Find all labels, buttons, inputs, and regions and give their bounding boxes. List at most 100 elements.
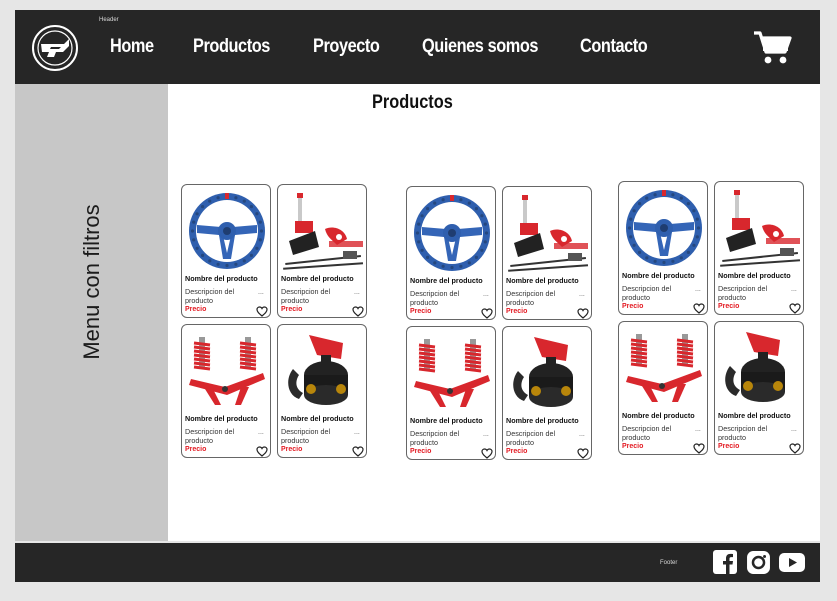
nav-quienes-somos[interactable]: Quienes somos [422,36,539,58]
nav-proyecto[interactable]: Proyecto [313,36,380,58]
product-card[interactable]: Nombre del producto Descripcion del prod… [406,326,496,460]
more-options-icon[interactable]: ... [258,429,264,436]
product-name: Nombre del producto [622,271,695,280]
heart-icon[interactable] [789,301,801,314]
product-card[interactable]: Nombre del producto Descripcion del prod… [618,321,708,455]
more-options-icon[interactable]: ... [791,286,797,293]
product-card[interactable]: Nombre del producto Descripcion del prod… [406,186,496,320]
product-name: Nombre del producto [506,276,579,285]
heart-icon[interactable] [693,441,705,454]
product-price: Precio [410,308,432,315]
more-options-icon[interactable]: ... [483,291,489,298]
product-image [718,326,802,410]
product-name: Nombre del producto [718,271,791,280]
product-name: Nombre del producto [185,414,258,423]
product-price: Precio [506,308,528,315]
product-description: Descripcion del producto [622,284,672,302]
product-price: Precio [622,303,644,310]
product-image [281,189,365,273]
shopping-cart-icon[interactable] [752,30,792,66]
product-image [622,186,706,270]
product-card[interactable]: Nombre del producto Descripcion del prod… [277,324,367,458]
product-description: Descripcion del producto [718,284,768,302]
product-price: Precio [718,303,740,310]
product-price: Precio [281,306,303,313]
site-footer [15,543,820,582]
product-name: Nombre del producto [506,416,579,425]
product-price: Precio [410,448,432,455]
heart-icon[interactable] [693,301,705,314]
heart-icon[interactable] [577,446,589,459]
product-description: Descripcion del producto [185,287,235,305]
product-price: Precio [506,448,528,455]
product-card[interactable]: Nombre del producto Descripcion del prod… [714,321,804,455]
product-description: Descripcion del producto [281,287,331,305]
product-image [622,326,706,410]
heart-icon[interactable] [577,306,589,319]
more-options-icon[interactable]: ... [483,431,489,438]
instagram-icon[interactable] [746,550,771,580]
product-description: Descripcion del producto [281,427,331,445]
product-card[interactable]: Nombre del producto Descripcion del prod… [181,184,271,318]
more-options-icon[interactable]: ... [354,429,360,436]
more-options-icon[interactable]: ... [791,426,797,433]
product-card[interactable]: Nombre del producto Descripcion del prod… [502,326,592,460]
product-name: Nombre del producto [410,416,483,425]
page-title: Productos [372,92,453,113]
header-caption: Header [99,17,119,23]
more-options-icon[interactable]: ... [695,426,701,433]
product-description: Descripcion del producto [506,289,556,307]
product-price: Precio [281,446,303,453]
product-card[interactable]: Nombre del producto Descripcion del prod… [502,186,592,320]
product-card[interactable]: Nombre del producto Descripcion del prod… [181,324,271,458]
product-description: Descripcion del producto [622,424,672,442]
more-options-icon[interactable]: ... [695,286,701,293]
filter-menu-label[interactable]: Menu con filtros [79,204,105,359]
product-name: Nombre del producto [718,411,791,420]
product-price: Precio [185,446,207,453]
product-card[interactable]: Nombre del producto Descripcion del prod… [618,181,708,315]
heart-icon[interactable] [481,306,493,319]
heart-icon[interactable] [352,444,364,457]
youtube-icon[interactable] [778,550,806,579]
more-options-icon[interactable]: ... [579,291,585,298]
product-image [185,329,269,413]
product-price: Precio [185,306,207,313]
nav-home[interactable]: Home [110,36,154,58]
product-image [506,191,590,275]
heart-icon[interactable] [352,304,364,317]
product-image [718,186,802,270]
product-image [281,329,365,413]
product-name: Nombre del producto [185,274,258,283]
product-card[interactable]: Nombre del producto Descripcion del prod… [277,184,367,318]
footer-caption: Footer [660,560,678,566]
product-price: Precio [622,443,644,450]
nav-productos[interactable]: Productos [193,36,270,58]
logo-emblem-icon [37,30,73,66]
product-image [410,191,494,275]
product-image [506,331,590,415]
product-description: Descripcion del producto [718,424,768,442]
more-options-icon[interactable]: ... [258,289,264,296]
product-image [410,331,494,415]
product-image [185,189,269,273]
heart-icon[interactable] [256,444,268,457]
heart-icon[interactable] [789,441,801,454]
product-description: Descripcion del producto [506,429,556,447]
product-name: Nombre del producto [622,411,695,420]
brand-logo[interactable] [32,25,78,71]
product-name: Nombre del producto [410,276,483,285]
heart-icon[interactable] [481,446,493,459]
product-description: Descripcion del producto [410,429,460,447]
more-options-icon[interactable]: ... [354,289,360,296]
product-description: Descripcion del producto [410,289,460,307]
more-options-icon[interactable]: ... [579,431,585,438]
product-card[interactable]: Nombre del producto Descripcion del prod… [714,181,804,315]
product-name: Nombre del producto [281,414,354,423]
facebook-icon[interactable] [713,550,737,579]
heart-icon[interactable] [256,304,268,317]
product-name: Nombre del producto [281,274,354,283]
product-description: Descripcion del producto [185,427,235,445]
product-price: Precio [718,443,740,450]
nav-contacto[interactable]: Contacto [580,36,648,58]
